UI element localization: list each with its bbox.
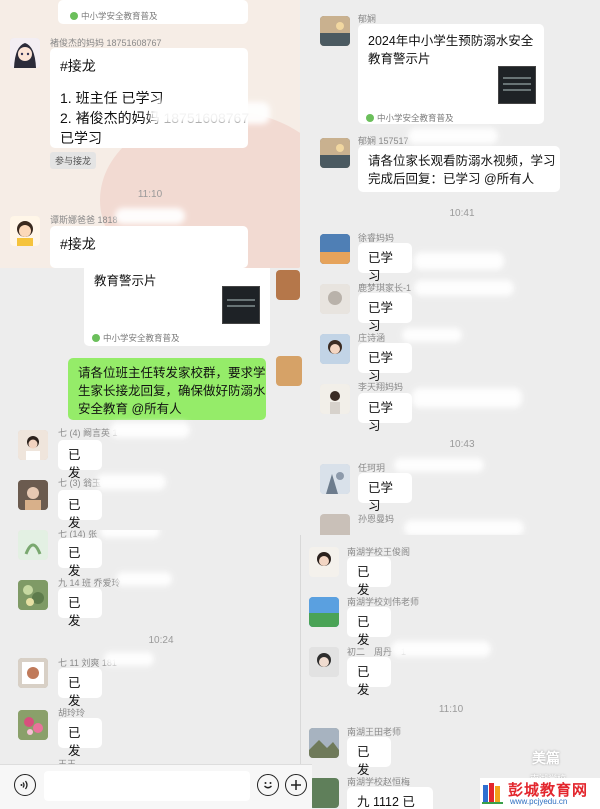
message-bubble[interactable]: 请各位家长观看防溺水视频，学习 完成后回复：已学习 @所有人: [358, 146, 560, 192]
message-line: 请各位家长观看防溺水视频，学习: [368, 154, 556, 168]
card-source: 中小学安全教育普及: [92, 332, 180, 344]
join-jielong-button[interactable]: 参与接龙: [50, 152, 97, 169]
voice-icon[interactable]: [14, 774, 36, 796]
plus-icon[interactable]: [285, 774, 307, 796]
meipian-watermark: 美篇: [532, 750, 560, 766]
avatar[interactable]: [10, 38, 40, 68]
message-bubble[interactable]: 已学习: [358, 343, 412, 383]
emoji-icon[interactable]: [257, 774, 279, 796]
avatar[interactable]: [18, 530, 48, 560]
timestamp: 10:41: [449, 208, 475, 219]
my-message[interactable]: 请各位班主任转发家校群，要求学 生家长接龙回复，确保做好防溺水 安全教育 @所有…: [68, 358, 266, 420]
message-bubble[interactable]: 已发: [347, 737, 391, 777]
message-bubble[interactable]: 已学习: [358, 393, 412, 433]
logo-url: www.pcjyedu.cn: [510, 797, 568, 806]
avatar[interactable]: [309, 547, 339, 577]
avatar[interactable]: [320, 16, 350, 46]
message-bubble[interactable]: 已发: [58, 440, 102, 480]
avatar[interactable]: [18, 580, 48, 610]
jielong-line: 已学习: [60, 130, 102, 146]
timestamp: 11:10: [137, 189, 163, 200]
avatar[interactable]: [320, 234, 350, 264]
avatar[interactable]: [18, 658, 48, 688]
message-bubble[interactable]: 已学习: [358, 293, 412, 333]
avatar[interactable]: [320, 138, 350, 168]
message-bubble[interactable]: 已发: [347, 607, 391, 647]
avatar[interactable]: [309, 647, 339, 677]
composite-screenshot: 中小学安全教育普及 褚俊杰的妈妈 18751608767 #接龙 1. 班主任 …: [0, 0, 600, 809]
chat-input-bar: [0, 764, 312, 809]
jielong-message[interactable]: #接龙: [50, 226, 248, 268]
avatar[interactable]: [276, 270, 300, 300]
message-line: 完成后回复：已学习 @所有人: [368, 172, 535, 186]
message-input[interactable]: [44, 771, 250, 801]
chat-panel-top-left: 中小学安全教育普及 褚俊杰的妈妈 18751608767 #接龙 1. 班主任 …: [0, 0, 300, 268]
mini-program-icon: [366, 114, 374, 122]
message-bubble[interactable]: 已学习: [358, 243, 412, 283]
message-bubble[interactable]: 已发: [58, 718, 102, 758]
avatar[interactable]: [320, 464, 350, 494]
site-logo: 彭城教育网 www.pcjyedu.cn: [480, 778, 600, 809]
sender-name: 七 (4) 阚言英 1: [58, 428, 118, 438]
avatar[interactable]: [18, 710, 48, 740]
avatar[interactable]: [18, 480, 48, 510]
video-thumbnail: [498, 66, 536, 104]
card-title: 2024年中小学生预防溺水安全: [368, 34, 534, 48]
timestamp: 11:10: [438, 704, 464, 715]
sender-name: 孙恩曼妈: [358, 514, 395, 524]
timestamp: 10:24: [148, 635, 174, 646]
chat-panel-middle-left: 教育警示片 中小学安全教育普及 请各位班主任转发家校群，要求学 生家长接龙回复，…: [0, 268, 312, 530]
avatar[interactable]: [309, 597, 339, 627]
avatar[interactable]: [309, 778, 339, 808]
message-bubble[interactable]: 已发: [347, 557, 391, 597]
my-avatar[interactable]: [276, 356, 302, 386]
sender-name: 谭斯娜爸爸 1818: [50, 215, 118, 225]
avatar[interactable]: [18, 430, 48, 460]
message-bubble[interactable]: 已发: [347, 657, 391, 697]
card-source: 中小学安全教育普及: [70, 10, 158, 22]
sender-name: 七 (3) 翁玉: [58, 478, 102, 488]
timestamp: 10:43: [449, 439, 475, 450]
sender-name: 李天翔妈妈: [358, 382, 404, 392]
avatar[interactable]: [320, 334, 350, 364]
message-bubble[interactable]: 已发: [58, 538, 102, 578]
jielong-message[interactable]: #接龙 1. 班主任 已学习 2. 褚俊杰的妈妈 18751608767 已学习: [50, 48, 249, 148]
avatar[interactable]: [10, 216, 40, 246]
card-source: 中小学安全教育普及: [366, 112, 454, 124]
avatar[interactable]: [320, 514, 350, 535]
message-bubble[interactable]: 九 1112 已发: [347, 787, 433, 809]
avatar[interactable]: [320, 384, 350, 414]
message-bubble[interactable]: 已发: [58, 668, 102, 708]
message-bubble[interactable]: 已学习: [358, 473, 412, 513]
jielong-title: #接龙: [60, 236, 96, 252]
mini-program-icon: [70, 12, 78, 20]
message-line: 请各位班主任转发家校群，要求学: [78, 366, 266, 380]
message-bubble[interactable]: 已发: [58, 490, 102, 530]
message-bubble[interactable]: 已发: [58, 588, 102, 628]
chat-panel-top-right: 郁娴 2024年中小学生预防溺水安全 教育警示片 中小学安全教育普及 郁娴 15…: [312, 0, 600, 535]
avatar[interactable]: [320, 284, 350, 314]
video-thumbnail: [222, 286, 260, 324]
books-logo-icon: [482, 783, 503, 804]
message-line: 安全教育 @所有人: [78, 402, 182, 416]
mini-program-icon: [92, 334, 100, 342]
message-line: 生家长接龙回复，确保做好防溺水: [78, 384, 266, 398]
avatar[interactable]: [309, 728, 339, 758]
jielong-title: #接龙: [60, 58, 96, 74]
